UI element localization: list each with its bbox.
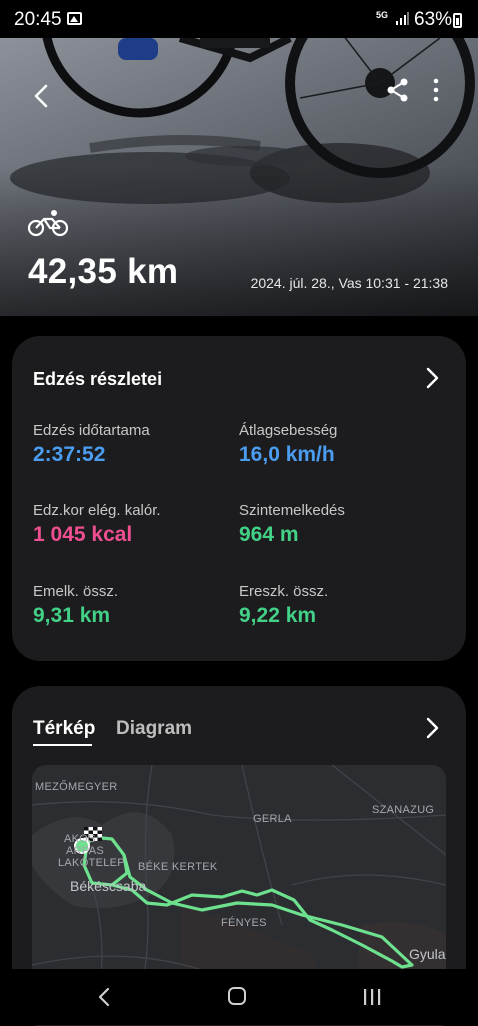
card-title: Edzés részletei	[33, 369, 163, 389]
map-place-label: AKOS	[64, 833, 96, 845]
map-place-label: SZANAZUG	[372, 804, 435, 816]
workout-date: 2024. júl. 28., Vas 10:31 - 21:38	[250, 275, 448, 291]
stat-label-ascent: Emelk. össz.	[33, 583, 119, 600]
tab-indicator	[33, 744, 92, 746]
nav-back-icon[interactable]	[95, 986, 115, 1008]
battery-percent: 63%	[414, 9, 453, 30]
nav-recents-icon[interactable]	[361, 987, 383, 1007]
stat-label-elevation-gain: Szintemelkedés	[239, 502, 345, 519]
map-place-label: FÉNYES	[221, 917, 267, 929]
navigation-bar	[0, 969, 478, 1025]
stat-value-duration: 2:37:52	[33, 443, 106, 466]
stat-value-descent: 9,22 km	[239, 604, 317, 627]
network-type: 5G	[376, 10, 389, 20]
stat-value-ascent: 9,31 km	[33, 604, 111, 627]
stat-value-avg-speed: 16,0 km/h	[239, 443, 335, 466]
gallery-icon	[67, 12, 82, 25]
workout-details-card[interactable]: Edzés részletei Edzés időtartama 2:37:52…	[12, 336, 466, 661]
share-icon[interactable]	[384, 76, 412, 104]
stat-label-descent: Ereszk. össz.	[239, 583, 329, 600]
chevron-right-icon[interactable]	[422, 716, 442, 740]
tab-diagram[interactable]: Diagram	[116, 718, 192, 740]
stat-label-calories: Edz.kor elég. kalór.	[33, 502, 161, 519]
stat-label-avg-speed: Átlagsebesség	[239, 422, 338, 439]
tab-map[interactable]: Térkép	[33, 718, 95, 740]
signal-icon	[396, 12, 409, 25]
map-place-label: MEZŐMEGYER	[35, 781, 118, 793]
stat-value-elevation-gain: 964 m	[239, 523, 299, 546]
workout-hero: 42,35 km 2024. júl. 28., Vas 10:31 - 21:…	[0, 38, 478, 316]
nav-home-icon[interactable]	[228, 987, 246, 1005]
map-town-label: Gyula	[409, 946, 446, 962]
back-button[interactable]	[22, 76, 62, 116]
chevron-right-icon[interactable]	[422, 366, 442, 390]
hero-shade	[0, 166, 478, 316]
status-time: 20:45	[14, 9, 62, 30]
map-place-label: BÉKE KERTEK	[138, 861, 218, 873]
stat-label-duration: Edzés időtartama	[33, 422, 150, 439]
map-place-label: GERLA	[253, 813, 292, 825]
map-town-label: Békéscsaba	[70, 878, 147, 894]
more-icon[interactable]	[426, 76, 446, 104]
bicycle-icon	[27, 210, 69, 237]
status-bar: 20:45 5G 63%	[0, 0, 478, 38]
stat-value-calories: 1 045 kcal	[33, 523, 133, 546]
map-place-label: LAKÓTELEP	[58, 857, 125, 869]
distance-value: 42,35 km	[28, 252, 179, 291]
map-place-label: ARPAS	[66, 845, 104, 857]
battery-icon	[453, 13, 462, 28]
